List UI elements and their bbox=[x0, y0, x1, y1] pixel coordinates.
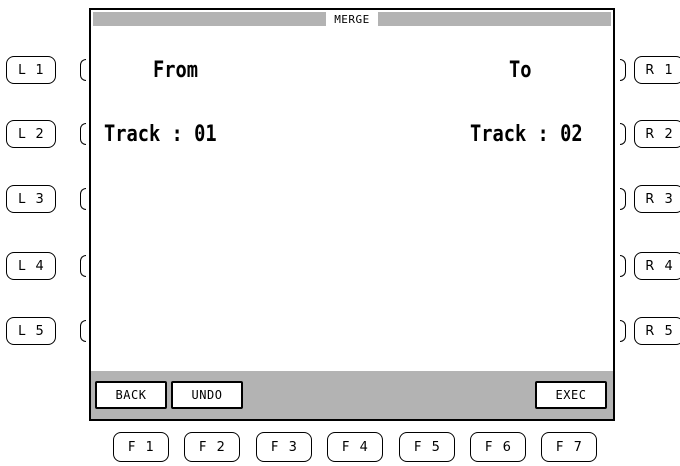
f1-key[interactable]: F 1 bbox=[113, 432, 169, 462]
from-track-value: Track : 01 bbox=[104, 122, 217, 147]
r1-key[interactable]: R 1 bbox=[634, 56, 680, 84]
r5-bracket bbox=[620, 320, 626, 342]
l3-key[interactable]: L 3 bbox=[6, 185, 56, 213]
back-button[interactable]: BACK bbox=[95, 381, 167, 409]
f7-key[interactable]: F 7 bbox=[541, 432, 597, 462]
l4-key[interactable]: L 4 bbox=[6, 252, 56, 280]
r3-bracket bbox=[620, 188, 626, 210]
l1-key[interactable]: L 1 bbox=[6, 56, 56, 84]
from-label: From bbox=[153, 58, 199, 83]
to-track-value: Track : 02 bbox=[470, 122, 583, 147]
r2-bracket bbox=[620, 123, 626, 145]
f2-key[interactable]: F 2 bbox=[184, 432, 240, 462]
f6-key[interactable]: F 6 bbox=[470, 432, 526, 462]
title-bar-fill-right bbox=[377, 12, 611, 26]
f5-key[interactable]: F 5 bbox=[399, 432, 455, 462]
r1-bracket bbox=[620, 59, 626, 81]
softkey-bar: BACK UNDO EXEC bbox=[91, 371, 613, 419]
l4-bracket bbox=[80, 255, 86, 277]
undo-button[interactable]: UNDO bbox=[171, 381, 243, 409]
title-bar: MERGE bbox=[91, 10, 613, 28]
l3-bracket bbox=[80, 188, 86, 210]
l5-bracket bbox=[80, 320, 86, 342]
f3-key[interactable]: F 3 bbox=[256, 432, 312, 462]
to-label: To bbox=[509, 58, 532, 83]
r5-key[interactable]: R 5 bbox=[634, 317, 680, 345]
title-bar-fill-left bbox=[93, 12, 327, 26]
r3-key[interactable]: R 3 bbox=[634, 185, 680, 213]
screen-title: MERGE bbox=[334, 12, 370, 26]
l2-bracket bbox=[80, 123, 86, 145]
l2-key[interactable]: L 2 bbox=[6, 120, 56, 148]
r2-key[interactable]: R 2 bbox=[634, 120, 680, 148]
r4-key[interactable]: R 4 bbox=[634, 252, 680, 280]
r4-bracket bbox=[620, 255, 626, 277]
exec-button[interactable]: EXEC bbox=[535, 381, 607, 409]
f4-key[interactable]: F 4 bbox=[327, 432, 383, 462]
l1-bracket bbox=[80, 59, 86, 81]
l5-key[interactable]: L 5 bbox=[6, 317, 56, 345]
lcd-screen: MERGE From To Track : 01 Track : 02 BACK… bbox=[89, 8, 615, 421]
